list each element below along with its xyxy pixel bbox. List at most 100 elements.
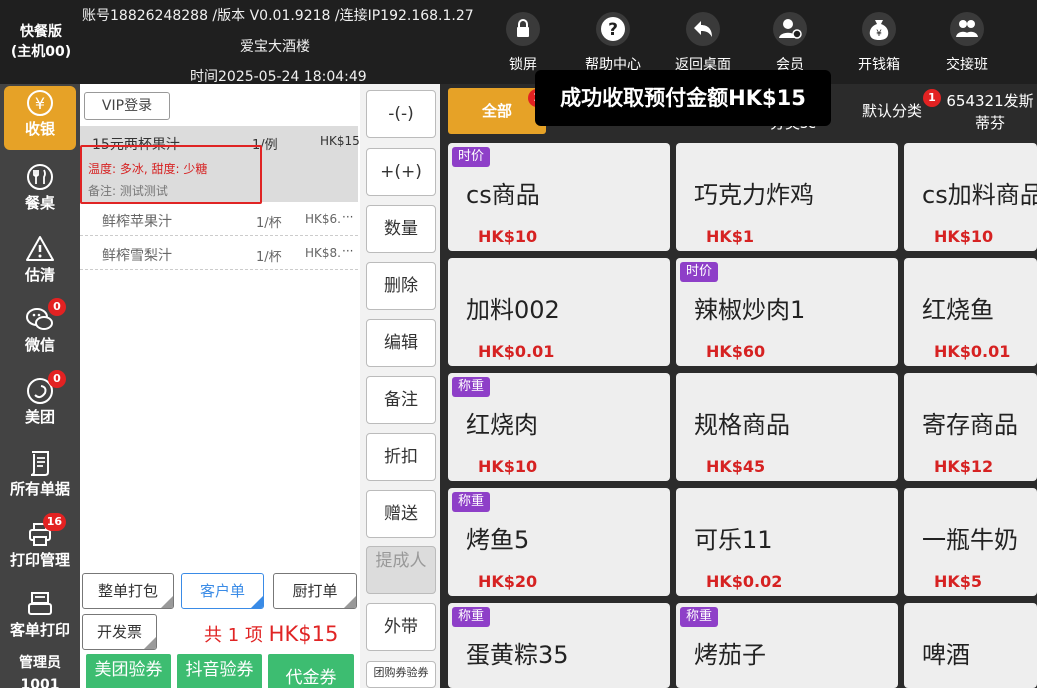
- money-bag-icon: ¥: [862, 12, 896, 46]
- product-tag: 称重: [452, 492, 491, 512]
- product-name: 寄存商品: [922, 411, 1018, 439]
- product-tag: 称重: [680, 607, 719, 627]
- edit-button[interactable]: 编辑: [366, 319, 436, 367]
- print-badge: 16: [42, 513, 66, 531]
- manager-label: 管理员: [19, 655, 61, 671]
- more-icon[interactable]: ···: [342, 210, 353, 224]
- increase-button[interactable]: +(+): [366, 148, 436, 196]
- product-card[interactable]: 加料002 HK$0.01: [448, 258, 670, 366]
- quantity-button[interactable]: 数量: [366, 205, 436, 253]
- customer-slip-button[interactable]: 客户单: [181, 573, 264, 609]
- fork-knife-icon: [24, 162, 56, 192]
- kitchen-print-button[interactable]: 厨打单: [273, 573, 357, 609]
- product-card[interactable]: 寄存商品 HK$12: [904, 373, 1037, 481]
- member-icon: [773, 12, 807, 46]
- product-name: 加料002: [466, 296, 560, 324]
- invoice-button[interactable]: 开发票: [82, 614, 157, 650]
- handover-button[interactable]: 交接班: [927, 12, 1007, 82]
- product-price: HK$10: [478, 457, 538, 476]
- product-tag: 称重: [452, 607, 491, 627]
- manager-info: 管理员 1001: [0, 652, 80, 688]
- order-total: 共 1 项 HK$15: [204, 621, 338, 647]
- product-card[interactable]: cs加料商品 HK$10: [904, 143, 1037, 251]
- discount-button[interactable]: 折扣: [366, 433, 436, 481]
- nav-order-print[interactable]: 客单打印: [0, 587, 80, 651]
- product-card[interactable]: 称重 烤茄子: [676, 603, 898, 688]
- app-title: 快餐版: [20, 24, 62, 40]
- total-unit: 项: [244, 625, 263, 646]
- product-price: HK$10: [934, 227, 994, 246]
- total-prefix: 共: [204, 625, 222, 646]
- product-price: HK$0.01: [934, 342, 1011, 361]
- nav-cashier[interactable]: ¥ 收银: [4, 86, 76, 150]
- sub-item[interactable]: 鲜榨雪梨汁 1/杯 HK$8. ···: [80, 236, 358, 270]
- top-header: 快餐版 (主机00) 账号18826248288 /版本 V0.01.9218 …: [0, 0, 1037, 85]
- product-card[interactable]: 称重 红烧肉 HK$10: [448, 373, 670, 481]
- corner-mark-icon: [344, 596, 356, 608]
- product-name: 一瓶牛奶: [922, 526, 1018, 554]
- printer-icon: 16: [24, 513, 66, 549]
- product-card[interactable]: 一瓶牛奶 HK$5: [904, 488, 1037, 596]
- highlight-box: [80, 145, 262, 204]
- meituan-icon: 0: [24, 370, 66, 406]
- sub-item[interactable]: 鲜榨苹果汁 1/杯 HK$6. ···: [80, 202, 358, 236]
- douyin-voucher-button[interactable]: 抖音验券: [177, 654, 262, 688]
- product-price: HK$1: [706, 227, 755, 246]
- nav-all-orders[interactable]: 所有单据: [0, 446, 80, 510]
- action-column: -(-) +(+) 数量 删除 编辑 备注 折扣 赠送 提成人 外带 团购券验券: [360, 84, 440, 688]
- toast-message: 成功收取预付金额HK$15: [535, 70, 831, 126]
- product-name: 红烧鱼: [922, 296, 994, 324]
- product-card[interactable]: 巧克力炸鸡 HK$1: [676, 143, 898, 251]
- app-subtitle: (主机00): [10, 44, 72, 60]
- nav-wechat[interactable]: 0 微信: [0, 298, 80, 366]
- open-cashbox-button[interactable]: ¥ 开钱箱: [839, 12, 919, 82]
- product-card[interactable]: 时价 cs商品 HK$10: [448, 143, 670, 251]
- nav-order-print-label: 客单打印: [9, 621, 70, 639]
- product-card[interactable]: 称重 烤鱼5 HK$20: [448, 488, 670, 596]
- tab-category-654321[interactable]: 654321发斯蒂芬: [940, 88, 1037, 134]
- handover-label: 交接班: [946, 57, 988, 73]
- product-card[interactable]: 啤酒: [904, 603, 1037, 688]
- warning-icon: [24, 234, 56, 264]
- back-icon: [686, 12, 720, 46]
- product-name: cs商品: [466, 181, 540, 209]
- product-card[interactable]: 红烧鱼 HK$0.01: [904, 258, 1037, 366]
- group-voucher-button[interactable]: 团购券验券: [366, 661, 436, 688]
- product-name: 辣椒炒肉1: [694, 296, 806, 324]
- help-icon: ?: [596, 12, 630, 46]
- product-price: HK$20: [478, 572, 538, 591]
- vip-login-button[interactable]: VIP登录: [84, 92, 170, 120]
- product-name: 可乐11: [694, 526, 773, 554]
- svg-text:?: ?: [608, 20, 618, 40]
- product-price: HK$0.01: [478, 342, 555, 361]
- note-button[interactable]: 备注: [366, 376, 436, 424]
- product-card[interactable]: 规格商品 HK$45: [676, 373, 898, 481]
- order-item-price: HK$15: [320, 134, 360, 148]
- more-icon[interactable]: ···: [342, 244, 353, 258]
- store-name: 爱宝大酒楼: [240, 39, 310, 55]
- nav-tables-label: 餐桌: [24, 194, 55, 212]
- nav-soldout[interactable]: 估清: [0, 232, 80, 296]
- product-price: HK$45: [706, 457, 766, 476]
- svg-text:¥: ¥: [35, 94, 45, 113]
- delete-button[interactable]: 删除: [366, 262, 436, 310]
- product-card[interactable]: 可乐11 HK$0.02: [676, 488, 898, 596]
- takeaway-button[interactable]: 外带: [366, 603, 436, 651]
- nav-print-manage[interactable]: 16 打印管理: [0, 513, 80, 581]
- nav-meituan[interactable]: 0 美团: [0, 370, 80, 438]
- product-price: HK$12: [934, 457, 994, 476]
- handover-icon: [950, 12, 984, 46]
- decrease-button[interactable]: -(-): [366, 90, 436, 138]
- cash-voucher-button[interactable]: 代金券: [268, 654, 354, 688]
- product-card[interactable]: 称重 蛋黄粽35: [448, 603, 670, 688]
- meituan-voucher-button[interactable]: 美团验券: [86, 654, 171, 688]
- sub-item-qty: 1/杯: [256, 250, 282, 265]
- gift-button[interactable]: 赠送: [366, 490, 436, 538]
- pack-all-button[interactable]: 整单打包: [82, 573, 174, 609]
- product-card[interactable]: 时价 辣椒炒肉1 HK$60: [676, 258, 898, 366]
- tab-default[interactable]: 默认分类: [852, 88, 932, 134]
- nav-tables[interactable]: 餐桌: [0, 160, 80, 224]
- commission-button[interactable]: 提成人: [366, 546, 436, 594]
- product-name: 红烧肉: [466, 411, 538, 439]
- product-name: cs加料商品: [922, 181, 1037, 209]
